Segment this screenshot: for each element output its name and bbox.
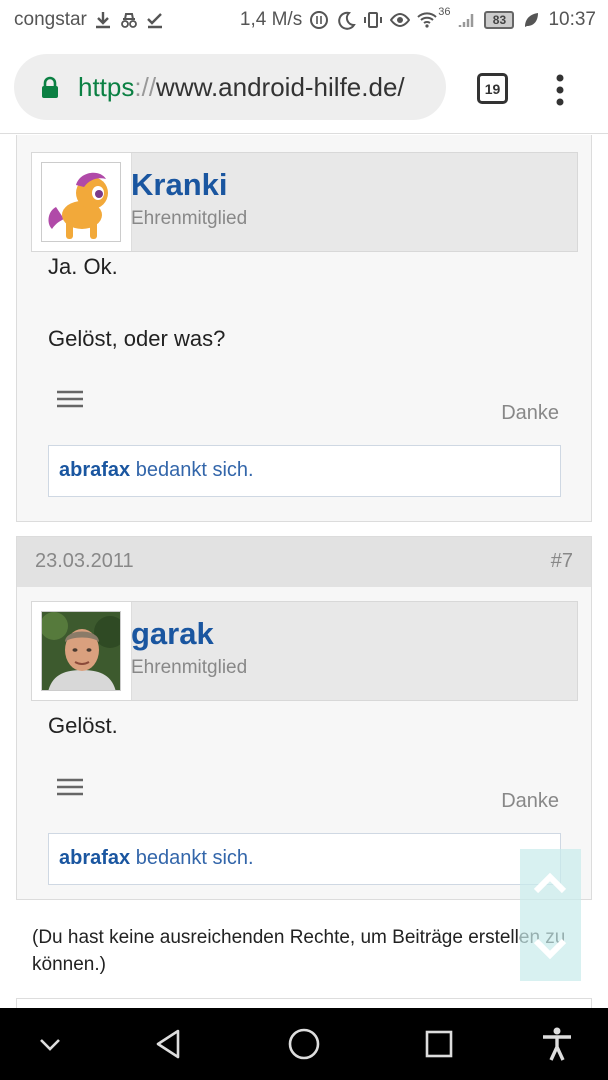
signal-icon <box>459 14 474 27</box>
url-text: https://www.android-hilfe.de/ <box>78 71 405 102</box>
browser-toolbar: https://www.android-hilfe.de/ 19 <box>0 42 608 134</box>
page-content: Kranki Ehrenmitglied Ja. Ok. Gelöst, ode… <box>0 135 608 1008</box>
status-bar: congstar 1,4 M/s 36 83 10:37 <box>0 0 608 42</box>
triangle-back-icon[interactable] <box>150 1026 186 1062</box>
avatar[interactable] <box>32 153 132 251</box>
user-role: Ehrenmitglied <box>131 657 248 678</box>
data-saver-icon <box>310 11 329 29</box>
battery-level: 83 <box>484 11 515 29</box>
download-icon <box>95 12 110 29</box>
scroll-up-down-icon <box>533 872 567 960</box>
incognito-icon <box>120 13 137 28</box>
moon-icon <box>338 11 357 30</box>
forum-post: Kranki Ehrenmitglied Ja. Ok. Gelöst, ode… <box>16 135 592 522</box>
overflow-menu-icon[interactable] <box>548 72 572 108</box>
post-number-link[interactable]: #7 <box>551 550 573 573</box>
hamburger-menu-icon[interactable] <box>57 389 83 409</box>
user-photo-image <box>42 612 120 690</box>
user-info: Kranki Ehrenmitglied <box>31 152 578 252</box>
thanks-text: bedankt sich. <box>135 459 254 481</box>
clock: 10:37 <box>548 9 596 30</box>
vibrate-icon <box>364 12 383 28</box>
danke-button[interactable]: Danke <box>501 790 559 813</box>
username-link[interactable]: Kranki <box>131 167 227 203</box>
carrier-name: congstar <box>14 9 87 30</box>
network-type: 36 <box>438 6 451 18</box>
leaf-icon <box>525 13 539 27</box>
post-date: 23.03.2011 <box>35 550 134 572</box>
address-bar[interactable]: https://www.android-hilfe.de/ <box>14 54 446 120</box>
thanks-user-link[interactable]: abrafax <box>59 847 130 869</box>
square-recents-icon[interactable] <box>421 1026 457 1062</box>
lock-icon <box>42 76 58 98</box>
post-message-line: Gelöst, oder was? <box>48 326 226 351</box>
next-section-box <box>16 998 592 1008</box>
post-meta-bar: 23.03.2011 #7 <box>17 537 591 587</box>
forum-post: 23.03.2011 #7 garak Ehrenmitglied Gelöst… <box>16 536 592 900</box>
checkmark-icon <box>147 13 162 29</box>
thanks-box: abrafax bedankt sich. <box>48 833 561 885</box>
post-message-line: Gelöst. <box>48 713 118 738</box>
scroll-navigation-button[interactable] <box>520 849 581 981</box>
tab-switcher-button[interactable]: 19 <box>477 73 508 104</box>
thanks-text: bedankt sich. <box>135 847 254 869</box>
system-navigation-bar <box>0 1008 608 1080</box>
network-speed: 1,4 M/s <box>239 9 303 30</box>
circle-home-icon[interactable] <box>286 1026 322 1062</box>
user-info: garak Ehrenmitglied <box>31 601 578 701</box>
eye-icon <box>390 12 411 28</box>
thanks-box: abrafax bedankt sich. <box>48 445 561 497</box>
post-message-line: Ja. Ok. <box>48 254 118 279</box>
avatar[interactable] <box>32 602 132 700</box>
danke-button[interactable]: Danke <box>501 402 559 425</box>
permission-notice: (Du hast keine ausreichenden Rechte, um … <box>32 927 566 975</box>
accessibility-icon[interactable] <box>539 1026 575 1062</box>
thanks-user-link[interactable]: abrafax <box>59 459 130 481</box>
username-link[interactable]: garak <box>131 616 214 652</box>
pony-avatar-image <box>42 163 120 241</box>
hamburger-menu-icon[interactable] <box>57 777 83 797</box>
chevron-down-icon[interactable] <box>32 1026 68 1062</box>
user-role: Ehrenmitglied <box>131 208 248 229</box>
wifi-icon <box>417 12 437 28</box>
